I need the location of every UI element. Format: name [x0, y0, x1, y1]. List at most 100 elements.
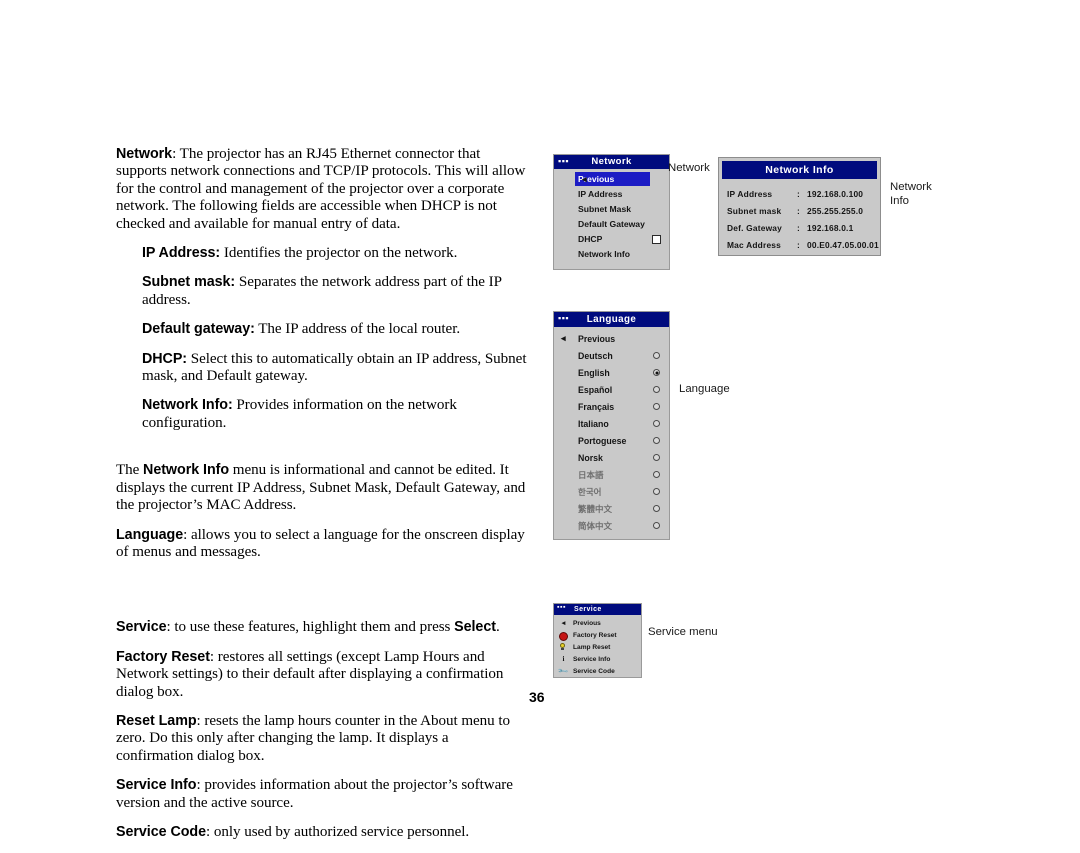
term-select: Select: [454, 619, 496, 636]
network-menu-screenshot: ▪▪▪ Network ◂ Previous IP Address Subnet…: [553, 154, 670, 270]
paragraph-network-info-def: Network Info: Provides information on th…: [142, 397, 528, 432]
page-number: 36: [529, 689, 545, 705]
term-network-info: Network Info:: [142, 397, 233, 414]
term-ip-address: IP Address:: [142, 245, 221, 262]
lamp-icon: [559, 643, 566, 651]
language-menu-body: ◂ Previous Deutsch English Español Franç…: [554, 327, 669, 534]
language-menu-item-portoguese[interactable]: Portoguese: [554, 432, 669, 449]
text-dhcp: Select this to automatically obtain an I…: [142, 350, 527, 385]
language-menu-item-francais[interactable]: Français: [554, 398, 669, 415]
menu-dots-icon: ▪▪▪: [557, 604, 566, 611]
language-menu-item-traditional-chinese[interactable]: 繁體中文: [554, 500, 669, 517]
network-menu-item-ip-address[interactable]: IP Address: [554, 187, 669, 201]
paragraph-reset-lamp: Reset Lamp: resets the lamp hours counte…: [116, 713, 528, 765]
language-radio-norsk[interactable]: [653, 454, 660, 461]
language-menu-item-english[interactable]: English: [554, 364, 669, 381]
network-info-row: Subnet mask : 255.255.255.0: [727, 202, 880, 219]
language-menu-item-previous[interactable]: ◂ Previous: [554, 330, 669, 347]
language-menu-item-espanol[interactable]: Español: [554, 381, 669, 398]
service-menu-item-factory-reset[interactable]: Factory Reset: [554, 629, 641, 641]
language-menu-item-japanese[interactable]: 日本語: [554, 466, 669, 483]
term-reset-lamp: Reset Lamp: [116, 712, 197, 729]
language-radio-italiano[interactable]: [653, 420, 660, 427]
text-default-gateway: The IP address of the local router.: [254, 321, 461, 338]
network-menu-item-dhcp[interactable]: DHCP: [554, 232, 669, 246]
menu-item-label: DHCP: [578, 234, 603, 244]
language-radio-portoguese[interactable]: [653, 437, 660, 444]
text-service: : to use these features, highlight them …: [166, 619, 455, 636]
language-menu-item-simplified-chinese[interactable]: 简体中文: [554, 517, 669, 534]
service-menu-item-lamp-reset[interactable]: Lamp Reset: [554, 641, 641, 653]
left-triangle-icon: ◂: [561, 620, 566, 627]
term-factory-reset: Factory Reset: [116, 648, 210, 665]
paragraph-network-intro: Network: The projector has an RJ45 Ether…: [116, 146, 528, 233]
language-radio-espanol[interactable]: [653, 386, 660, 393]
red-circle-icon: [559, 632, 568, 641]
network-menu-item-previous[interactable]: ◂ Previous: [575, 172, 650, 186]
language-radio-simplified-chinese[interactable]: [653, 522, 660, 529]
menu-item-label: English: [578, 367, 610, 378]
paragraph-network-info-menu: The Network Info menu is informational a…: [116, 462, 528, 514]
language-radio-japanese[interactable]: [653, 471, 660, 478]
menu-item-label: 한국어: [578, 486, 602, 497]
term-language: Language: [116, 526, 184, 543]
network-menu-item-default-gateway[interactable]: Default Gateway: [554, 217, 669, 231]
term-dhcp: DHCP:: [142, 350, 188, 367]
language-radio-francais[interactable]: [653, 403, 660, 410]
language-menu-item-italiano[interactable]: Italiano: [554, 415, 669, 432]
menu-item-label: Español: [578, 384, 613, 395]
paragraph-dhcp: DHCP: Select this to automatically obtai…: [142, 351, 528, 386]
network-menu-body: ◂ Previous IP Address Subnet Mask Defaul…: [554, 169, 669, 261]
term-service: Service: [116, 619, 167, 636]
network-info-row: IP Address : 192.168.0.100: [727, 185, 880, 202]
menu-item-label: Italiano: [578, 418, 609, 429]
language-menu-screenshot: ▪▪▪ Language ◂ Previous Deutsch English …: [553, 311, 670, 540]
left-triangle-icon: ◂: [582, 174, 587, 184]
language-radio-korean[interactable]: [653, 488, 660, 495]
left-triangle-icon: ◂: [561, 333, 566, 343]
menu-item-label: Factory Reset: [573, 631, 617, 639]
service-menu-title-bar: ▪▪▪ Service: [554, 604, 641, 615]
text-network-intro: : The projector has an RJ45 Ethernet con…: [116, 146, 526, 232]
language-radio-deutsch[interactable]: [653, 352, 660, 359]
network-info-rows: IP Address : 192.168.0.100 Subnet mask :…: [719, 179, 880, 253]
service-menu-item-previous[interactable]: ◂ Previous: [554, 617, 641, 629]
service-menu-item-service-code[interactable]: 🔧 Service Code: [554, 665, 641, 677]
menu-item-label: Deutsch: [578, 350, 613, 361]
info-icon: i: [562, 655, 565, 663]
network-info-title-bar: Network Info: [722, 161, 877, 179]
term-subnet-mask: Subnet mask:: [142, 274, 236, 291]
network-menu-item-subnet-mask[interactable]: Subnet Mask: [554, 202, 669, 216]
language-menu-item-deutsch[interactable]: Deutsch: [554, 347, 669, 364]
menu-item-label: Previous: [573, 619, 601, 627]
menu-dots-icon: ▪▪▪: [558, 313, 570, 323]
callout-network: Network: [668, 162, 710, 174]
language-radio-traditional-chinese[interactable]: [653, 505, 660, 512]
info-value: 192.168.0.100: [807, 188, 864, 199]
network-info-dialog-screenshot: Network Info IP Address : 192.168.0.100 …: [718, 157, 881, 256]
language-menu-item-korean[interactable]: 한국어: [554, 483, 669, 500]
menu-item-label: Lamp Reset: [573, 643, 611, 651]
info-colon: :: [797, 205, 800, 216]
text-service-tail: .: [495, 619, 500, 636]
info-colon: :: [797, 188, 800, 199]
language-menu-item-norsk[interactable]: Norsk: [554, 449, 669, 466]
info-value: 192.168.0.1: [807, 222, 854, 233]
paragraph-default-gateway: Default gateway: The IP address of the l…: [142, 321, 528, 338]
paragraph-ip-address: IP Address: Identifies the projector on …: [142, 245, 528, 262]
service-menu-title: Service: [574, 606, 602, 613]
menu-item-label: Default Gateway: [578, 219, 645, 229]
service-menu-item-service-info[interactable]: i Service Info: [554, 653, 641, 665]
language-menu-title: Language: [586, 314, 637, 325]
language-radio-english[interactable]: [653, 369, 660, 376]
language-menu-title-bar: ▪▪▪ Language: [554, 312, 669, 327]
term-network-info-menu: Network Info: [143, 462, 230, 479]
menu-item-label: Français: [578, 401, 615, 412]
menu-item-label: Norsk: [578, 452, 603, 463]
term-service-info: Service Info: [116, 777, 197, 794]
network-menu-item-network-info[interactable]: Network Info: [554, 247, 669, 261]
dhcp-checkbox[interactable]: [652, 235, 661, 244]
info-label: IP Address: [727, 188, 773, 199]
